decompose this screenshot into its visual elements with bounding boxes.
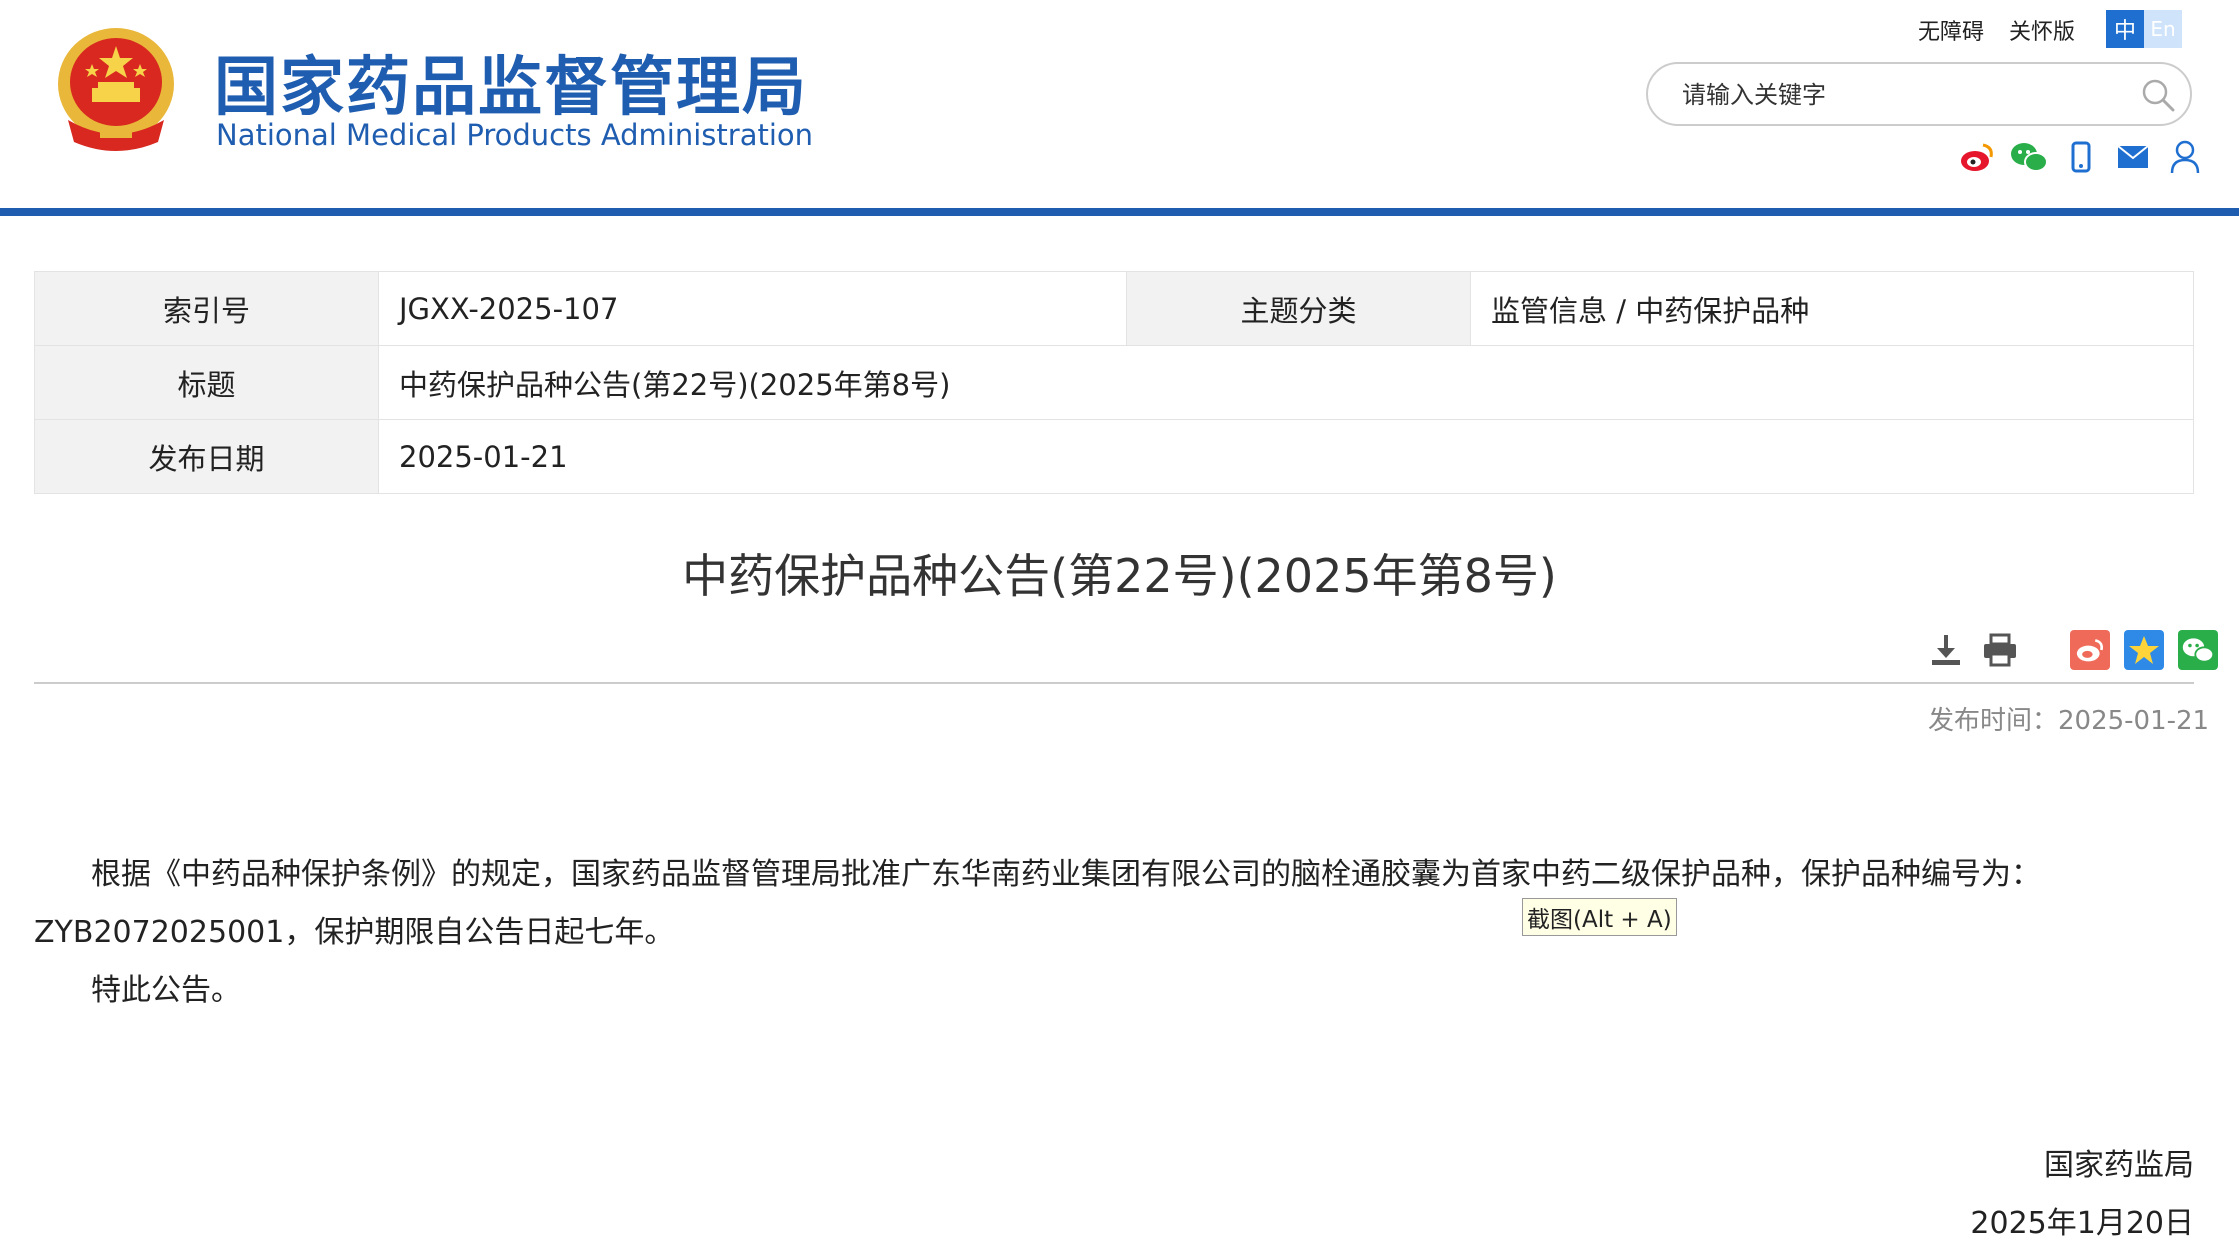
- title-value: 中药保护品种公告(第22号)(2025年第8号): [378, 345, 2194, 420]
- publish-time: 发布时间：2025-01-21: [1928, 706, 2210, 736]
- search-input[interactable]: [1680, 74, 2124, 116]
- print-icon[interactable]: [1980, 630, 2020, 670]
- header-divider-bar: [0, 208, 2239, 216]
- site-subtitle[interactable]: National Medical Products Administration: [216, 118, 813, 152]
- body-paragraph: 根据《中药品种保护条例》的规定，国家药品监督管理局批准广东华南药业集团有限公司的…: [34, 857, 2041, 950]
- care-mode-link[interactable]: 关怀版: [2009, 20, 2075, 45]
- search-icon[interactable]: [2140, 77, 2176, 113]
- index-label: 索引号: [34, 271, 379, 346]
- national-emblem-icon: [58, 28, 174, 151]
- info-table: 索引号 JGXX-2025-107 主题分类 监管信息 / 中药保护品种 标题 …: [34, 271, 2194, 494]
- signature-date: 2025年1月20日: [1970, 1206, 2194, 1241]
- user-icon[interactable]: [2166, 138, 2204, 176]
- search-box: [1646, 62, 2192, 126]
- download-icon[interactable]: [1926, 630, 1966, 670]
- signature-org: 国家药监局: [2044, 1148, 2194, 1183]
- date-value: 2025-01-21: [378, 419, 2194, 494]
- category-label: 主题分类: [1126, 271, 1471, 346]
- lang-en-button[interactable]: En: [2144, 10, 2182, 48]
- language-switch: 中 En: [2106, 10, 2182, 48]
- favorite-icon[interactable]: [2124, 630, 2164, 670]
- accessibility-link[interactable]: 无障碍: [1918, 20, 1984, 45]
- wechat-icon[interactable]: [2010, 138, 2048, 176]
- weibo-icon[interactable]: [1958, 138, 1996, 176]
- title-label: 标题: [34, 345, 379, 420]
- mobile-icon[interactable]: [2062, 138, 2100, 176]
- article-body: 根据《中药品种保护条例》的规定，国家药品监督管理局批准广东华南药业集团有限公司的…: [34, 846, 2194, 1020]
- site-header: 国家药品监督管理局 National Medical Products Admi…: [0, 0, 2239, 208]
- top-links: 无障碍 关怀版: [1918, 14, 2093, 46]
- tools-spacer: [2034, 630, 2056, 670]
- body-paragraph: 特此公告。: [91, 973, 241, 1008]
- mail-icon[interactable]: [2114, 138, 2152, 176]
- date-label: 发布日期: [34, 419, 379, 494]
- title-divider: [34, 682, 2194, 684]
- social-icons: [1958, 138, 2204, 176]
- index-value: JGXX-2025-107: [378, 271, 1127, 346]
- lang-zh-button[interactable]: 中: [2106, 10, 2144, 48]
- article-title: 中药保护品种公告(第22号)(2025年第8号): [682, 549, 1557, 603]
- table-row: 标题 中药保护品种公告(第22号)(2025年第8号): [34, 345, 2194, 420]
- table-row: 索引号 JGXX-2025-107 主题分类 监管信息 / 中药保护品种: [34, 271, 2194, 346]
- screenshot-tooltip: 截图(Alt + A): [1522, 898, 1677, 936]
- category-value: 监管信息 / 中药保护品种: [1470, 271, 2194, 346]
- article-tools: [1926, 630, 2218, 670]
- share-weibo-icon[interactable]: [2070, 630, 2110, 670]
- table-row: 发布日期 2025-01-21: [34, 419, 2194, 494]
- site-title[interactable]: 国家药品监督管理局: [214, 36, 808, 128]
- share-wechat-icon[interactable]: [2178, 630, 2218, 670]
